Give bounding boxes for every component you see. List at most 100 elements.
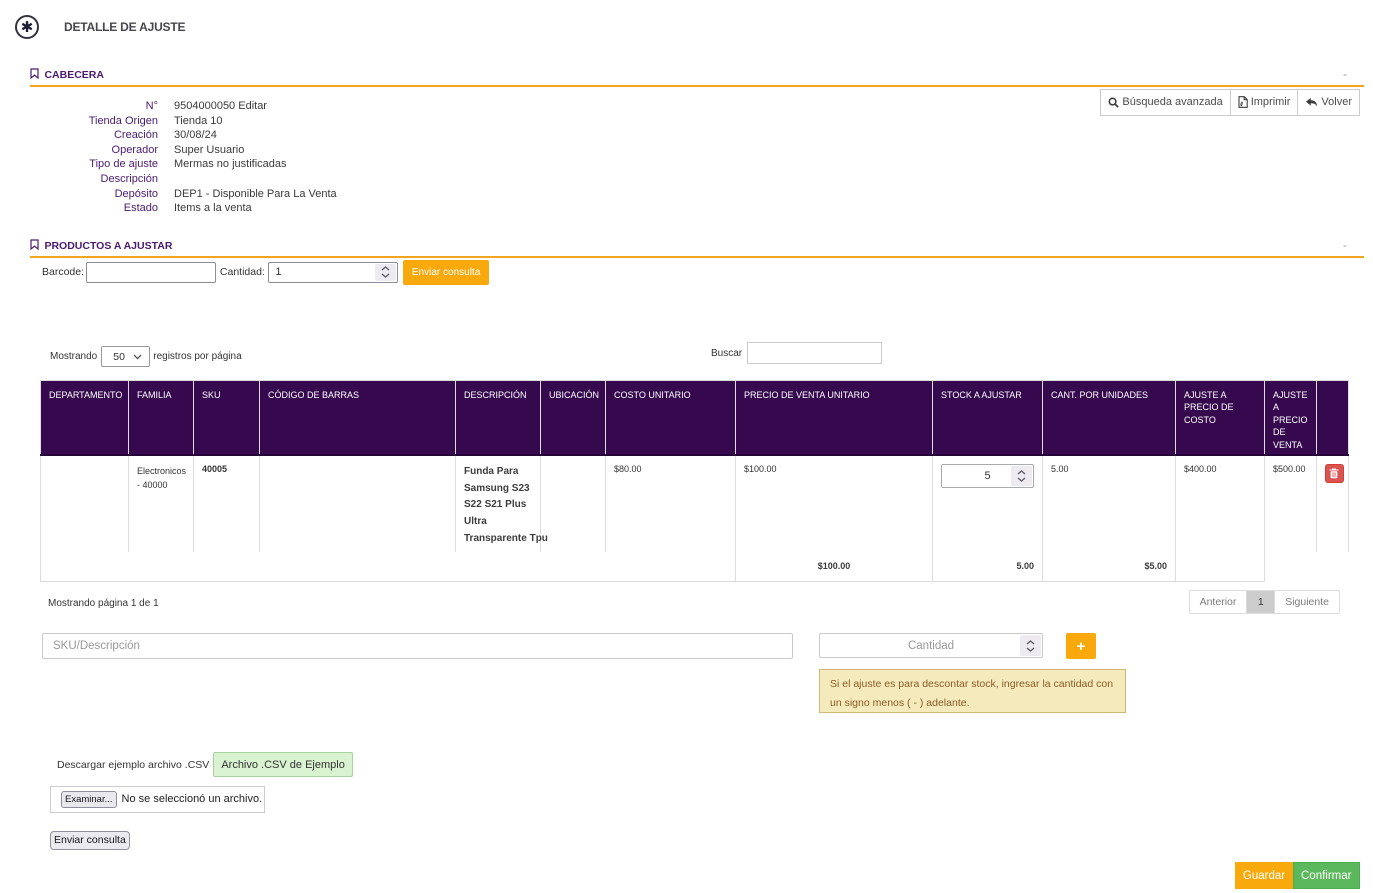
back-button[interactable]: Volver (1297, 89, 1360, 116)
csv-example-button[interactable]: Archivo .CSV de Ejemplo (213, 752, 354, 777)
col-departamento[interactable]: DEPARTAMENTO (41, 380, 129, 455)
total-stock-a-ajustar: 5.00 (933, 552, 1043, 582)
cantidad-add-input[interactable] (819, 633, 1043, 658)
field-row-estado: Estado Items a la venta (30, 201, 1364, 216)
advanced-search-button[interactable]: Búsqueda avanzada (1100, 89, 1230, 116)
cantidad-add-spinner (819, 633, 1043, 658)
list-controls: Mostrando 50 registros por página Buscar (30, 340, 1364, 365)
bookmark-icon (30, 239, 39, 253)
totals-blank (41, 552, 736, 582)
print-button[interactable]: Imprimir (1230, 89, 1299, 116)
guardar-button[interactable]: Guardar (1235, 862, 1293, 889)
pagination-prev[interactable]: Anterior (1189, 590, 1248, 614)
col-costo-unitario[interactable]: COSTO UNITARIO (606, 380, 736, 455)
number-spinner-buttons[interactable] (1020, 635, 1041, 656)
field-row-operador: Operador Super Usuario (30, 143, 1364, 158)
advanced-search-label: Búsqueda avanzada (1122, 96, 1222, 108)
field-label-deposito: Depósito (30, 187, 158, 202)
page-size-select[interactable]: 50 (101, 346, 150, 368)
col-sku[interactable]: SKU (194, 380, 260, 455)
cell-precio-venta-unitario: $100.00 (736, 455, 933, 552)
col-precio-venta-unitario[interactable]: PRECIO DE VENTA UNITARIO (736, 380, 933, 455)
page-header: ✱ DETALLE DE AJUSTE (0, 0, 1373, 50)
registros-label: registros por página (153, 351, 241, 362)
cabecera-collapse-toggle[interactable]: - (1343, 67, 1347, 81)
trash-icon (1329, 468, 1339, 479)
chevron-down-icon (133, 354, 142, 360)
add-product-button[interactable]: + (1066, 633, 1096, 659)
cell-codigo-de-barras (260, 455, 456, 552)
spinner-down-icon (381, 273, 390, 278)
field-value-operador: Super Usuario (174, 143, 244, 158)
table-footer: Mostrando página 1 de 1 Anterior 1 Sigui… (30, 582, 1364, 618)
table-totals-row: $100.00 5.00 $5.00 (41, 552, 1349, 582)
cell-ajuste-precio-costo: $400.00 (1176, 455, 1265, 552)
page-title: DETALLE DE AJUSTE (64, 20, 185, 34)
productos-section-header: PRODUCTOS A AJUSTAR - (30, 238, 1364, 258)
cantidad-label: Cantidad: (220, 266, 269, 278)
file-input[interactable]: Examinar... No se seleccionó un archivo. (50, 786, 265, 813)
spinner-up-icon (1017, 470, 1026, 475)
field-value-estado: Items a la venta (174, 201, 252, 216)
col-codigo-de-barras[interactable]: CÓDIGO DE BARRAS (260, 380, 456, 455)
col-ajuste-precio-costo[interactable]: AJUSTE A PRECIO DE COSTO (1176, 380, 1265, 455)
totals-empty (1176, 552, 1265, 582)
field-label-numero: N° (30, 99, 158, 114)
field-label-tipo-ajuste: Tipo de ajuste (30, 157, 158, 172)
col-familia[interactable]: FAMILIA (129, 380, 194, 455)
cell-sku: 40005 (194, 455, 260, 552)
print-label: Imprimir (1251, 96, 1291, 108)
col-cant-por-unidades[interactable]: CANT. POR UNIDADES (1043, 380, 1176, 455)
csv-download-label: Descargar ejemplo archivo .CSV (57, 759, 209, 771)
field-value-tipo-ajuste: Mermas no justificadas (174, 157, 287, 172)
pagination-next[interactable]: Siguiente (1274, 590, 1340, 614)
productos-section-title: PRODUCTOS A AJUSTAR (44, 240, 172, 252)
enviar-consulta-button[interactable]: Enviar consulta (403, 260, 489, 285)
number-spinner-buttons[interactable] (1011, 466, 1032, 486)
add-product-section: + Si el ajuste es para descontar stock, … (30, 633, 1364, 714)
col-actions (1317, 380, 1349, 455)
confirmar-button[interactable]: Confirmar (1293, 862, 1360, 889)
no-file-selected-text: No se seleccionó un archivo. (122, 793, 263, 805)
col-ajuste-precio-venta[interactable]: AJUSTE A PRECIO DE VENTA (1265, 380, 1317, 455)
cell-familia: Electronicos - 40000 (129, 455, 194, 552)
pagination-page-1[interactable]: 1 (1246, 590, 1275, 614)
field-label-tienda-origen: Tienda Origen (30, 114, 158, 129)
mostrando-label: Mostrando (50, 351, 97, 362)
page-info: Mostrando página 1 de 1 (48, 598, 159, 609)
field-value-numero[interactable]: 9504000050 Editar (174, 99, 267, 114)
cabecera-section-title: CABECERA (44, 69, 104, 81)
table-row: Electronicos - 40000 40005 Funda Para Sa… (41, 455, 1349, 552)
cabecera-body: Búsqueda avanzada Imprimir Volver N° 950… (30, 87, 1364, 216)
cell-ajuste-precio-venta: $500.00 (1265, 455, 1317, 552)
field-value-tienda-origen: Tienda 10 (174, 114, 223, 129)
productos-table: DEPARTAMENTO FAMILIA SKU CÓDIGO DE BARRA… (40, 380, 1349, 582)
csv-example-row: Descargar ejemplo archivo .CSV Archivo .… (30, 752, 1364, 777)
cell-stock-a-ajustar (933, 455, 1043, 552)
buscar-input[interactable] (747, 342, 882, 365)
app-logo-icon: ✱ (15, 15, 39, 39)
upload-csv-button[interactable]: Enviar consulta (50, 831, 130, 850)
browse-file-button[interactable]: Examinar... (61, 791, 117, 808)
search-icon (1108, 97, 1119, 108)
back-label: Volver (1321, 96, 1352, 108)
totals-filler (1265, 552, 1349, 582)
page-size-value: 50 (113, 351, 125, 363)
delete-row-button[interactable] (1325, 464, 1344, 483)
cantidad-spinner (268, 262, 398, 283)
sku-descripcion-input[interactable] (42, 633, 793, 659)
productos-collapse-toggle[interactable]: - (1343, 238, 1347, 252)
field-label-descripcion: Descripción (30, 172, 158, 187)
number-spinner-buttons[interactable] (375, 264, 396, 281)
cell-costo-unitario: $80.00 (606, 455, 736, 552)
col-stock-a-ajustar[interactable]: STOCK A AJUSTAR (933, 380, 1043, 455)
cell-ubicacion (541, 455, 606, 552)
cabecera-toolbar: Búsqueda avanzada Imprimir Volver (1101, 89, 1360, 116)
col-ubicacion[interactable]: UBICACIÓN (541, 380, 606, 455)
barcode-input[interactable] (86, 262, 216, 283)
table-header-row: DEPARTAMENTO FAMILIA SKU CÓDIGO DE BARRA… (41, 380, 1349, 455)
back-arrow-icon (1305, 97, 1318, 108)
col-descripcion[interactable]: DESCRIPCIÓN (456, 380, 541, 455)
spinner-up-icon (1026, 640, 1035, 645)
stock-spinner (941, 464, 1034, 488)
